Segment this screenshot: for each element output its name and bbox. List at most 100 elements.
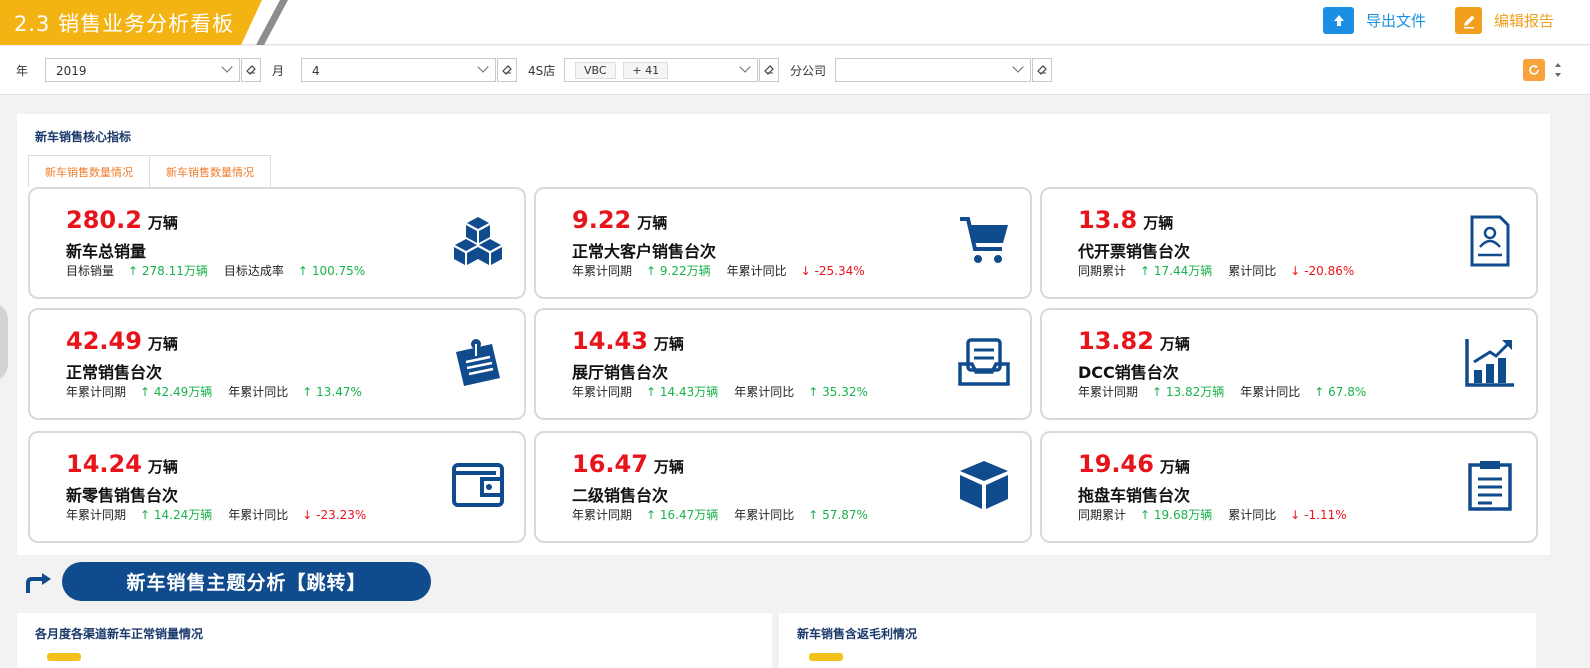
arrow-down-icon: ↓ (302, 508, 313, 522)
kpi-value: 14.43 (572, 327, 648, 355)
kpi-card[interactable]: 9.22 万辆 正常大客户销售台次 年累计同期 ↑ 9.22万辆 年累计同比 ↓ -25.3… (534, 187, 1032, 299)
kpi-metric-2-value: ↓ -23.23% (302, 508, 366, 522)
month-select[interactable]: 4 (301, 58, 496, 82)
kpi-metric-2: 年累计同比 ↑ 57.87% (734, 506, 868, 523)
store-select[interactable]: VBC + 41 (564, 58, 758, 82)
branch-clear-button[interactable] (1032, 58, 1052, 82)
store-tag: VBC (575, 62, 616, 79)
chevron-down-icon (477, 61, 489, 73)
eraser-icon (764, 65, 774, 75)
kpi-metric-2-number: -25.34% (814, 264, 865, 278)
kpi-metrics: 年累计同期 ↑ 9.22万辆 年累计同比 ↓ -25.34% (572, 262, 865, 279)
kpi-metrics: 同期累计 ↑ 17.44万辆 累计同比 ↓ -20.86% (1078, 262, 1354, 279)
upload-icon (1323, 7, 1354, 34)
kpi-value: 16.47 (572, 450, 648, 478)
kpi-metrics: 年累计同期 ↑ 42.49万辆 年累计同比 ↑ 13.47% (66, 383, 362, 400)
year-clear-button[interactable] (241, 58, 261, 82)
kpi-card[interactable]: 280.2 万辆 新车总销量 目标销量 ↑ 278.11万辆 目标达成率 ↑ 100.75% (28, 187, 526, 299)
kpi-name: 代开票销售台次 (1078, 242, 1191, 261)
kpi-metrics: 年累计同期 ↑ 16.47万辆 年累计同比 ↑ 57.87% (572, 506, 868, 523)
kpi-value: 13.82 (1078, 327, 1154, 355)
kpi-card[interactable]: 42.49 万辆 正常销售台次 年累计同期 ↑ 42.49万辆 年累计同比 ↑ 13.47% (28, 308, 526, 420)
kpi-metric-2-label: 年累计同比 (726, 264, 787, 278)
arrow-up-icon: ↑ (297, 264, 308, 278)
year-select[interactable]: 2019 (45, 58, 240, 82)
kpi-metric-1: 年累计同期 ↑ 14.43万辆 (572, 383, 718, 400)
kpi-metric-2: 年累计同比 ↓ -23.23% (228, 506, 366, 523)
pencil-icon (1455, 7, 1482, 34)
kpi-metric-2-value: ↓ -1.11% (1290, 508, 1346, 522)
edit-report-button[interactable]: 编辑报告 (1455, 7, 1554, 34)
kpi-metric-2-number: -1.11% (1304, 508, 1347, 522)
kpi-unit: 万辆 (147, 214, 178, 232)
gross-profit-title: 新车销售含返毛利情况 (797, 627, 918, 641)
kpi-metric-1-number: 42.49万辆 (153, 385, 213, 399)
kpi-card[interactable]: 13.8 万辆 代开票销售台次 同期累计 ↑ 17.44万辆 累计同比 ↓ -20.86% (1040, 187, 1538, 299)
kpi-unit: 万辆 (637, 214, 668, 232)
eraser-icon (502, 65, 512, 75)
arrow-up-icon: ↑ (808, 508, 819, 522)
kpi-name: 正常大客户销售台次 (572, 242, 717, 261)
arrow-down-icon: ↓ (1290, 264, 1301, 278)
kpi-value-row: 280.2 万辆 (66, 206, 178, 234)
kpi-metric-1-number: 17.44万辆 (1153, 264, 1213, 278)
kpi-metric-2: 累计同比 ↓ -1.11% (1228, 506, 1346, 523)
kpi-value: 14.24 (66, 450, 142, 478)
export-file-label: 导出文件 (1366, 12, 1427, 30)
kpi-metric-2-value: ↑ 13.47% (302, 385, 362, 399)
document-list-icon (1464, 459, 1516, 511)
kpi-card[interactable]: 13.82 万辆 DCC销售台次 年累计同期 ↑ 13.82万辆 年累计同比 ↑ 67.8% (1040, 308, 1538, 420)
export-file-button[interactable]: 导出文件 (1323, 7, 1426, 34)
kpi-metric-1-value: ↑ 14.24万辆 (140, 508, 212, 522)
chevron-down-icon (739, 61, 751, 73)
kpi-metric-1-value: ↑ 42.49万辆 (140, 385, 212, 399)
cart-icon (958, 215, 1010, 267)
kpi-metric-1: 年累计同期 ↑ 14.24万辆 (66, 506, 212, 523)
kpi-value: 280.2 (66, 206, 142, 234)
kpi-name: 拖盘车销售台次 (1078, 486, 1191, 505)
month-clear-button[interactable] (497, 58, 517, 82)
kpi-unit: 万辆 (147, 458, 178, 476)
page-title: 2.3 销售业务分析看板 (14, 12, 235, 36)
kpi-unit: 万辆 (147, 335, 178, 353)
kpi-card[interactable]: 14.43 万辆 展厅销售台次 年累计同期 ↑ 14.43万辆 年累计同比 ↑ 35.32% (534, 308, 1032, 420)
kpi-metrics: 目标销量 ↑ 278.11万辆 目标达成率 ↑ 100.75% (66, 262, 365, 279)
kpi-card[interactable]: 16.47 万辆 二级销售台次 年累计同期 ↑ 16.47万辆 年累计同比 ↑ 57.87% (534, 431, 1032, 543)
kpi-metric-2-number: 13.47% (316, 385, 362, 399)
kpi-metric-2: 年累计同比 ↑ 13.47% (228, 383, 362, 400)
kpi-card[interactable]: 14.24 万辆 新零售销售台次 年累计同期 ↑ 14.24万辆 年累计同比 ↓ -23.2… (28, 431, 526, 543)
arrow-up-icon: ↑ (1140, 264, 1151, 278)
kpi-value: 9.22 (572, 206, 632, 234)
kpi-metric-1-label: 年累计同期 (572, 264, 633, 278)
kpi-metrics: 年累计同期 ↑ 14.43万辆 年累计同比 ↑ 35.32% (572, 383, 868, 400)
kpi-metric-1-label: 年累计同期 (66, 508, 127, 522)
core-indicators-title: 新车销售核心指标 (35, 130, 132, 144)
legend-swatch (47, 653, 81, 661)
edit-report-label: 编辑报告 (1494, 12, 1555, 30)
kpi-card[interactable]: 19.46 万辆 拖盘车销售台次 同期累计 ↑ 19.68万辆 累计同比 ↓ -1.11% (1040, 431, 1538, 543)
kpi-metrics: 年累计同期 ↑ 13.82万辆 年累计同比 ↑ 67.8% (1078, 383, 1366, 400)
branch-select[interactable] (835, 58, 1031, 82)
kpi-metric-2-value: ↑ 35.32% (808, 385, 868, 399)
kpi-metric-2-value: ↑ 67.8% (1314, 385, 1366, 399)
theme-analysis-jump-button[interactable]: 新车销售主题分析【跳转】 (62, 562, 431, 601)
kpi-metric-2-value: ↑ 57.87% (808, 508, 868, 522)
collapse-toggle[interactable] (1553, 59, 1563, 81)
side-handle[interactable] (0, 302, 8, 382)
kpi-metric-2-label: 年累计同比 (1240, 385, 1301, 399)
kpi-value: 19.46 (1078, 450, 1154, 478)
store-clear-button[interactable] (759, 58, 779, 82)
tab-sales-volume-1[interactable]: 新车销售数量情况 (28, 155, 150, 187)
kpi-metric-2-label: 年累计同比 (734, 508, 795, 522)
kpi-unit: 万辆 (653, 335, 684, 353)
kpi-metric-1-number: 14.24万辆 (153, 508, 213, 522)
kpi-metric-1-number: 9.22万辆 (659, 264, 711, 278)
gross-profit-panel: 新车销售含返毛利情况 (779, 613, 1536, 668)
clipboard-pin-icon (452, 336, 504, 388)
legend-swatch (809, 653, 843, 661)
kpi-name: 正常销售台次 (66, 363, 163, 382)
kpi-metric-1-number: 278.11万辆 (141, 264, 208, 278)
branch-label: 分公司 (790, 64, 827, 78)
refresh-button[interactable] (1523, 59, 1545, 81)
tab-sales-volume-2[interactable]: 新车销售数量情况 (150, 155, 271, 187)
